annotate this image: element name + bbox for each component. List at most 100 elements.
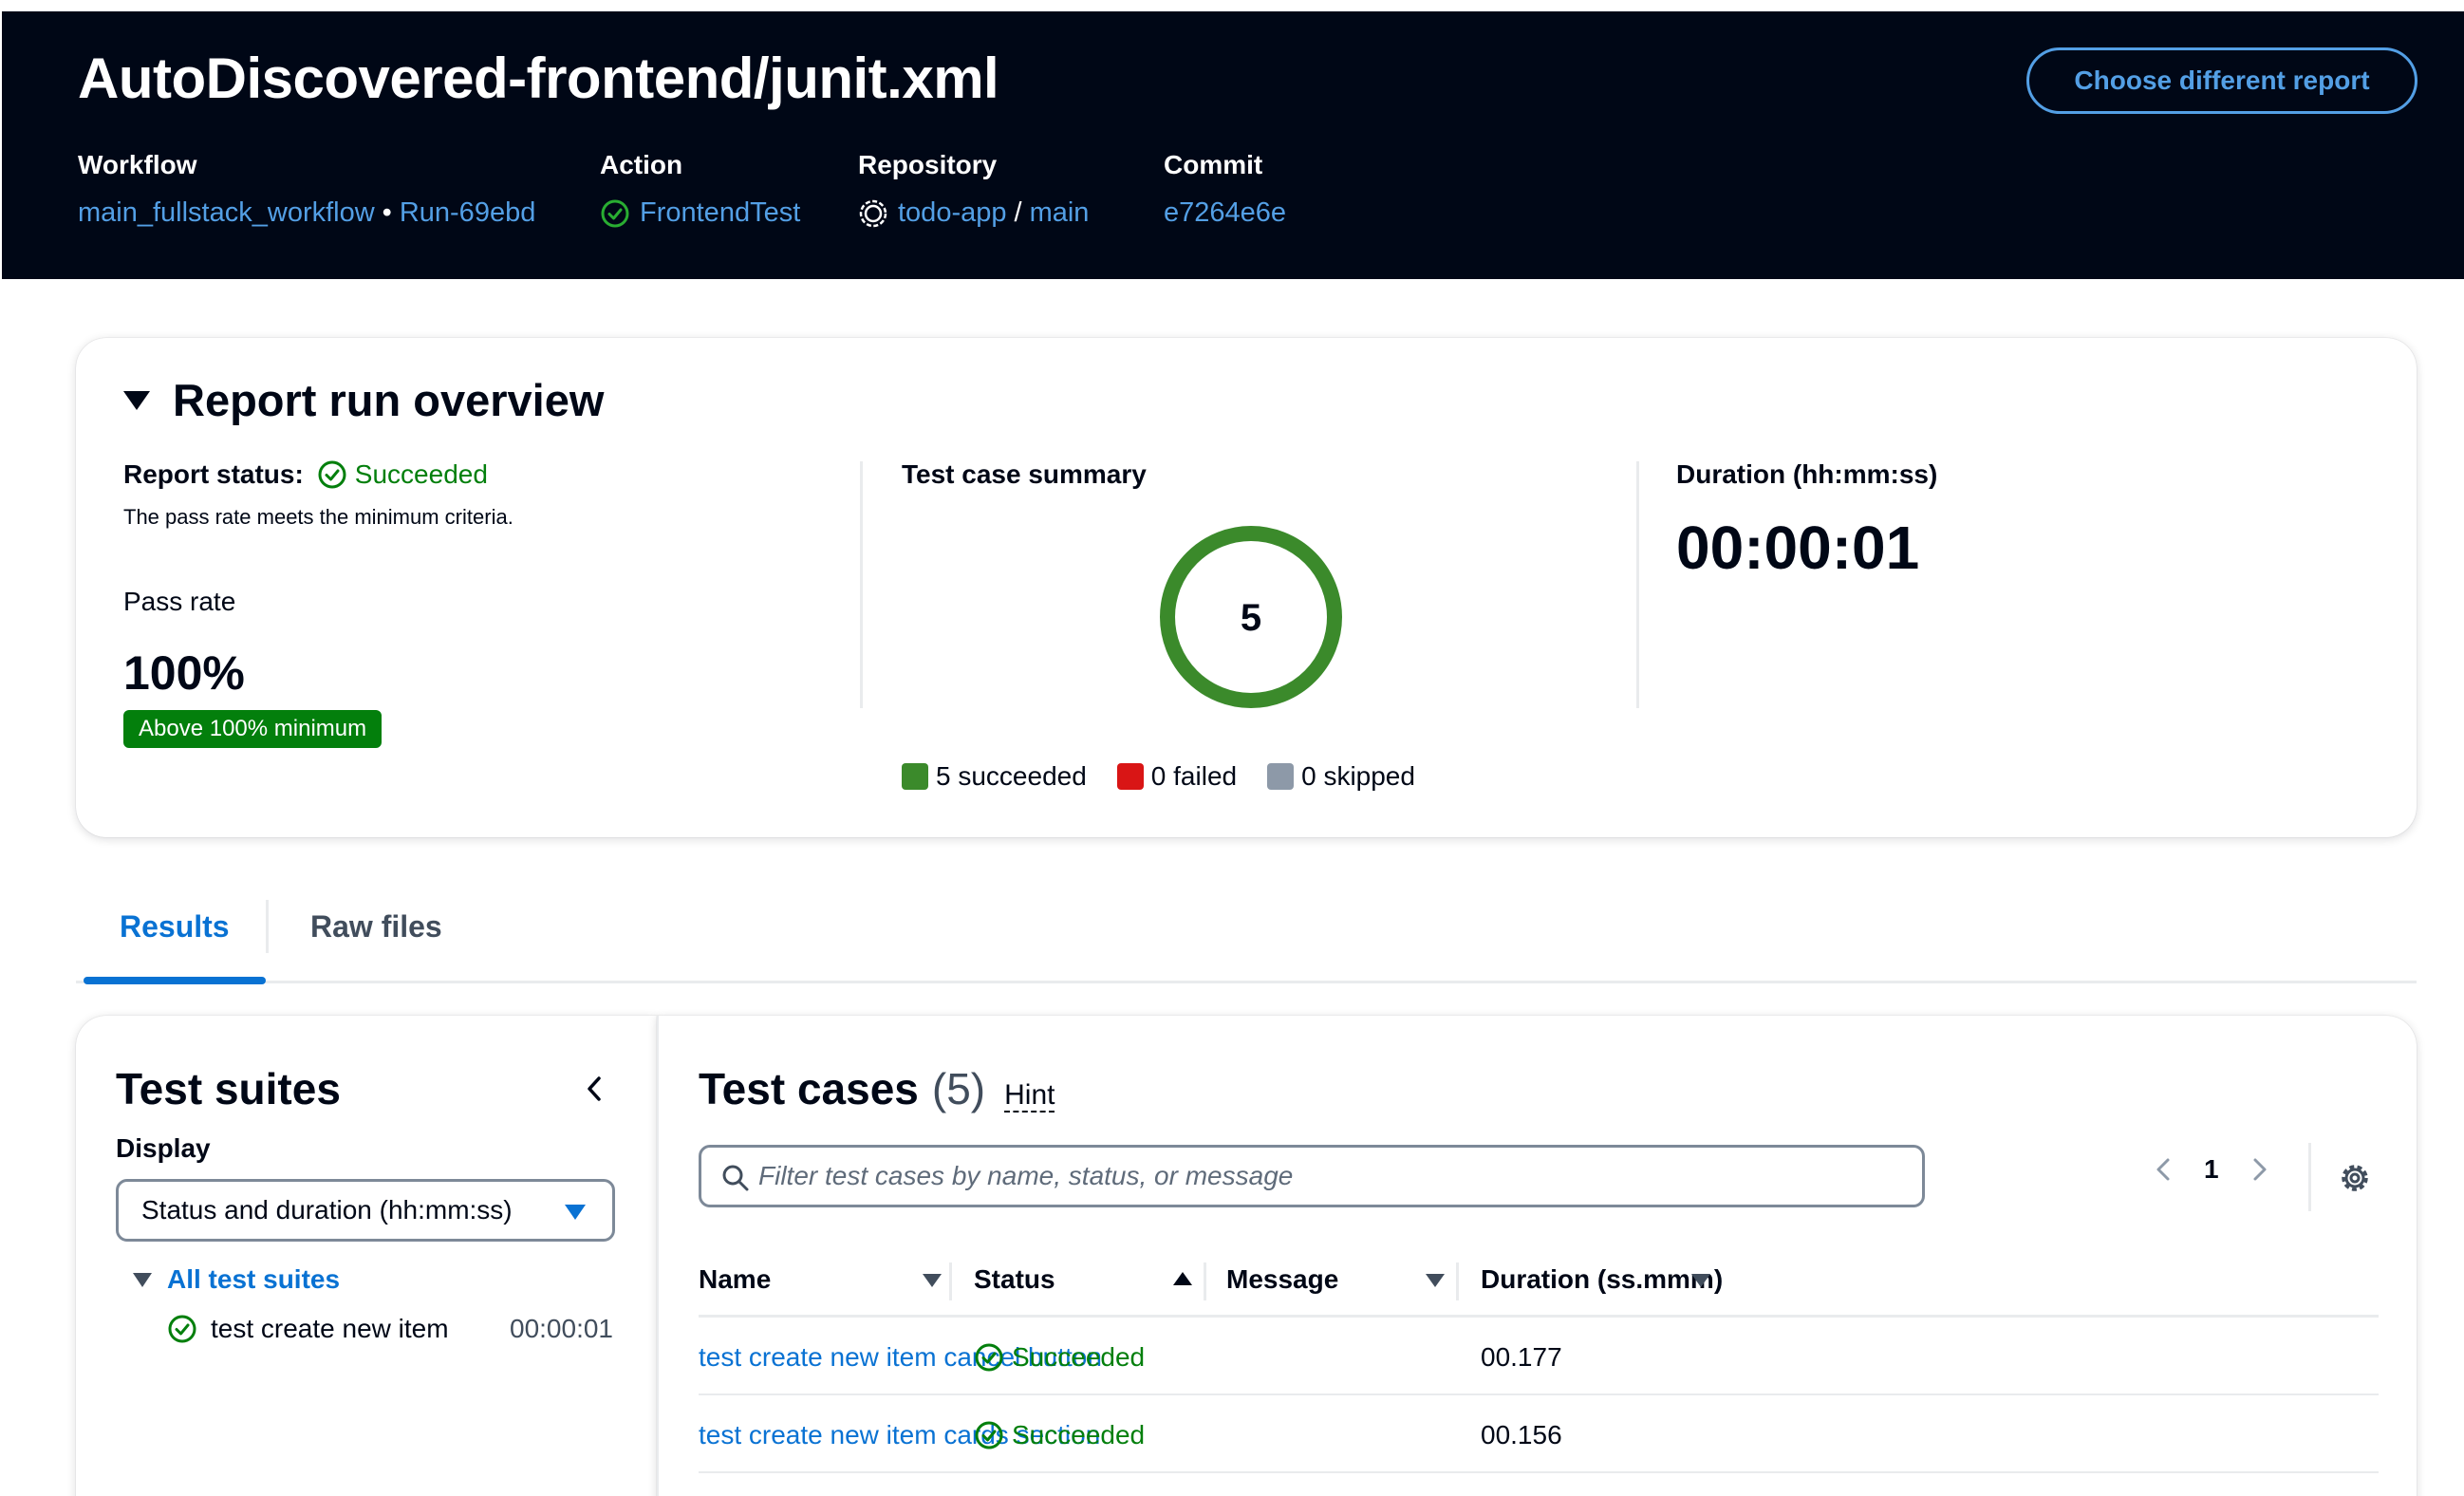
legend-skipped-label: 0 skipped xyxy=(1301,761,1415,791)
overview-toggle[interactable]: Report run overview xyxy=(123,374,604,426)
filter-placeholder: Filter test cases by name, status, or me… xyxy=(758,1161,1294,1190)
check-circle-icon xyxy=(318,460,346,489)
test-summary-donut-chart: 5 xyxy=(1160,526,1342,708)
skipped-swatch xyxy=(1267,763,1295,790)
legend-skipped: 0 skipped xyxy=(1267,761,1415,792)
column-status[interactable]: Status xyxy=(974,1264,1055,1295)
report-status-label: Report status: xyxy=(123,459,304,489)
test-cases-heading: Test cases (5) Hint xyxy=(699,1063,1055,1114)
table-row: test create new item cancel button Succe… xyxy=(699,1318,2379,1395)
pass-rate-badge: Above 100% minimum xyxy=(123,710,383,748)
column-separator xyxy=(1456,1262,1459,1300)
commit-link[interactable]: e7264e6e xyxy=(1164,197,1286,229)
branch-link[interactable]: main xyxy=(1030,197,1090,229)
test-cases-title: Test cases xyxy=(699,1064,919,1113)
workflow-label: Workflow xyxy=(78,150,197,179)
column-separator xyxy=(949,1262,952,1300)
chevron-left-icon[interactable] xyxy=(2149,1154,2179,1185)
report-status-section: Report status: Succeeded The pass rate m… xyxy=(123,459,864,748)
column-divider xyxy=(860,461,863,708)
repository-label: Repository xyxy=(858,150,998,179)
check-circle-icon xyxy=(975,1421,1003,1449)
search-icon xyxy=(722,1165,749,1191)
workflow-separator: • xyxy=(382,197,392,228)
sort-down-icon[interactable] xyxy=(1426,1274,1445,1287)
caret-down-icon xyxy=(133,1272,152,1287)
column-divider xyxy=(1636,461,1639,708)
duration-value: 00:00:01 xyxy=(1676,514,1920,582)
test-case-status: Succeeded xyxy=(974,1342,1145,1373)
report-tabs: Results Raw files xyxy=(76,892,2417,984)
duration-section: Duration (hh:mm:ss) 00:00:01 xyxy=(1676,459,1937,583)
report-header: AutoDiscovered-frontend/junit.xml Choose… xyxy=(2,11,2464,279)
sort-down-icon[interactable] xyxy=(1691,1274,1710,1287)
report-status-value: Succeeded xyxy=(354,459,488,489)
pass-rate-value: 100% xyxy=(123,646,245,700)
suite-item-name: test create new item xyxy=(211,1314,449,1343)
display-select[interactable]: Status and duration (hh:mm:ss) xyxy=(116,1179,615,1242)
action-meta: Action FrontendTest xyxy=(600,150,800,229)
suite-item[interactable]: test create new item 00:00:01 xyxy=(167,1314,613,1344)
page-number[interactable]: 1 xyxy=(2204,1154,2219,1185)
repository-meta: Repository todo-app / main xyxy=(858,150,1089,229)
active-tab-indicator xyxy=(84,977,266,984)
duration-label: Duration (hh:mm:ss) xyxy=(1676,459,1938,489)
gear-icon[interactable] xyxy=(2337,1160,2373,1196)
column-separator xyxy=(1204,1262,1206,1300)
tab-raw-files[interactable]: Raw files xyxy=(310,909,442,944)
check-circle-icon xyxy=(975,1343,1003,1372)
test-case-summary-section: Test case summary xyxy=(902,459,1147,490)
column-name[interactable]: Name xyxy=(699,1264,771,1295)
chevron-right-icon[interactable] xyxy=(2244,1154,2274,1185)
action-link[interactable]: FrontendTest xyxy=(640,197,800,229)
legend-failed-label: 0 failed xyxy=(1150,761,1238,791)
summary-label: Test case summary xyxy=(902,459,1147,489)
failed-swatch xyxy=(1116,763,1144,790)
tab-results[interactable]: Results xyxy=(120,909,230,944)
page-title: AutoDiscovered-frontend/junit.xml xyxy=(78,47,999,110)
summary-legend: 5 succeeded 0 failed 0 skipped xyxy=(902,761,1446,792)
commit-label: Commit xyxy=(1164,150,1263,179)
check-circle-icon xyxy=(168,1315,196,1343)
column-message[interactable]: Message xyxy=(1226,1264,1338,1295)
legend-succeeded: 5 succeeded xyxy=(902,761,1087,792)
test-suites-panel: Test suites Display Status and duration … xyxy=(76,1016,657,1496)
pass-rate-label: Pass rate xyxy=(123,587,236,616)
hint-link[interactable]: Hint xyxy=(1004,1079,1055,1113)
workflow-link[interactable]: main_fullstack_workflow xyxy=(78,197,375,229)
workflow-meta: Workflow main_fullstack_workflow • Run-6… xyxy=(78,150,535,229)
status-label: Succeeded xyxy=(1012,1342,1146,1372)
filter-input[interactable]: Filter test cases by name, status, or me… xyxy=(699,1145,1925,1207)
repository-separator: / xyxy=(1014,197,1022,228)
table-row: test create new item cards section Succe… xyxy=(699,1395,2379,1473)
sort-up-icon[interactable] xyxy=(1173,1272,1192,1285)
column-duration[interactable]: Duration (ss.mmm) xyxy=(1481,1264,1723,1295)
suite-item-time: 00:00:01 xyxy=(510,1314,613,1343)
all-test-suites-node[interactable]: All test suites xyxy=(133,1264,340,1295)
action-label: Action xyxy=(600,150,683,179)
choose-different-report-button[interactable]: Choose different report xyxy=(2026,47,2417,114)
pagination: 1 xyxy=(2149,1154,2274,1185)
repository-icon xyxy=(859,199,887,227)
status-label: Succeeded xyxy=(1012,1420,1146,1449)
test-case-status: Succeeded xyxy=(974,1420,1145,1450)
criteria-text: The pass rate meets the minimum criteria… xyxy=(123,505,513,529)
succeeded-swatch xyxy=(902,763,928,790)
test-case-duration: 00.177 xyxy=(1481,1342,1562,1372)
caret-down-icon xyxy=(565,1205,586,1220)
repository-link[interactable]: todo-app xyxy=(898,197,1007,229)
donut-total-label: 5 xyxy=(1241,597,1261,639)
legend-succeeded-label: 5 succeeded xyxy=(936,761,1087,791)
test-suites-title: Test suites xyxy=(116,1064,341,1113)
run-link[interactable]: Run-69ebd xyxy=(400,197,536,229)
test-cases-panel: Test cases (5) Hint Filter test cases by… xyxy=(657,1016,2417,1496)
sort-down-icon[interactable] xyxy=(923,1274,942,1287)
chevron-left-icon[interactable] xyxy=(579,1073,611,1105)
report-run-overview-card: Report run overview Report status: Succe… xyxy=(76,338,2417,837)
test-cases-table: Name Status Message Duration (ss.mmm) te… xyxy=(699,1244,2379,1473)
display-label: Display xyxy=(116,1133,211,1163)
test-case-duration: 00.156 xyxy=(1481,1420,1562,1449)
table-header: Name Status Message Duration (ss.mmm) xyxy=(699,1244,2379,1318)
legend-failed: 0 failed xyxy=(1116,761,1238,792)
caret-down-icon xyxy=(123,390,150,410)
